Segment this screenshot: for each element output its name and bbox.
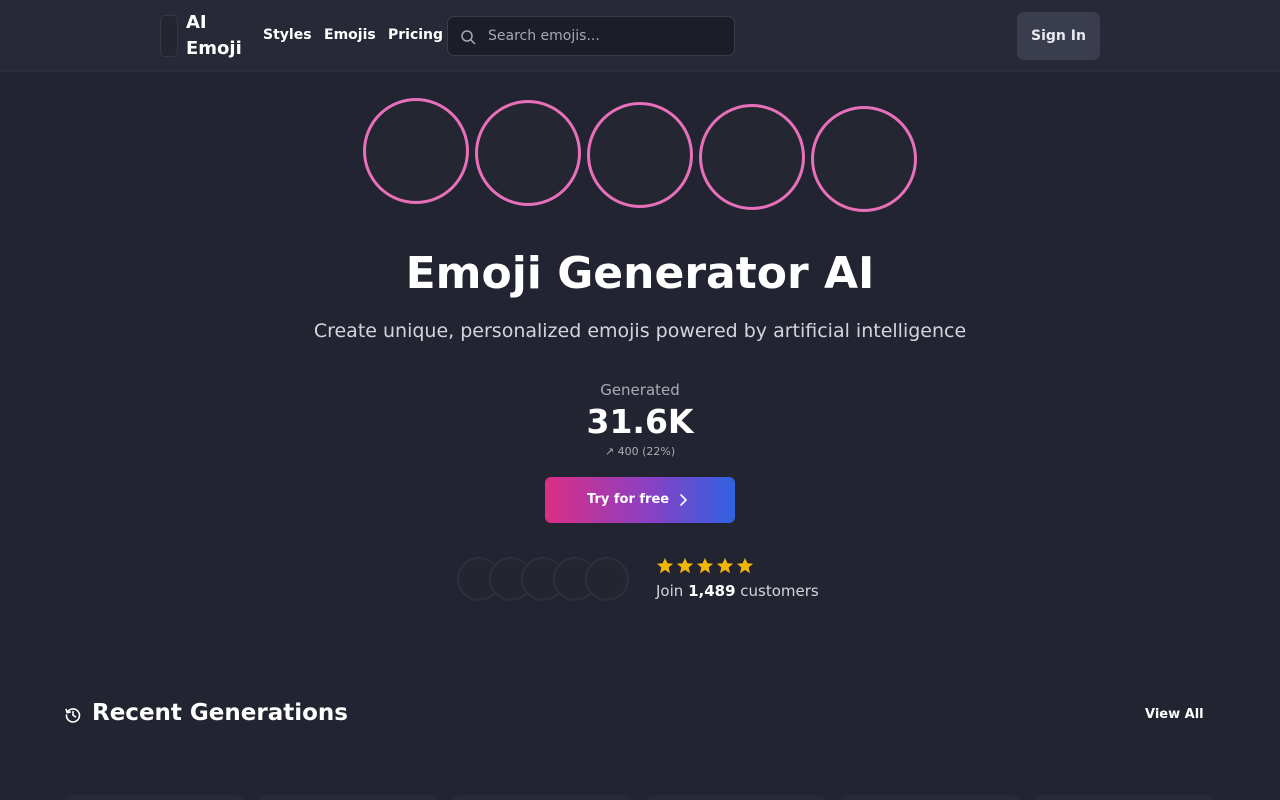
emoji-preview-2[interactable] (475, 100, 581, 206)
star-icon (656, 557, 674, 574)
search-input[interactable] (488, 17, 728, 55)
emoji-preview-5[interactable] (811, 106, 917, 212)
star-icon (736, 557, 754, 574)
join-suffix: customers (740, 582, 819, 600)
generation-card[interactable] (258, 795, 438, 800)
chevron-right-icon (680, 494, 687, 506)
generation-card[interactable] (64, 795, 244, 800)
emoji-preview-4[interactable] (699, 104, 805, 210)
generation-card[interactable] (840, 795, 1020, 800)
hero-subtitle: Create unique, personalized emojis power… (313, 320, 967, 342)
try-for-free-button[interactable]: Try for free (545, 477, 735, 523)
join-prefix: Join (656, 582, 684, 600)
customer-count: 1,489 (688, 582, 736, 600)
star-icon (716, 557, 734, 574)
nav-styles[interactable]: Styles (263, 27, 312, 43)
recent-generations-title: Recent Generations (92, 700, 348, 726)
sign-in-button[interactable]: Sign In (1017, 12, 1100, 60)
view-all-link[interactable]: View All (1145, 707, 1204, 722)
search-icon (461, 30, 476, 45)
logo-image[interactable] (160, 15, 178, 57)
top-navbar: AI Emoji Styles Emojis Pricing Sign In (0, 0, 1280, 72)
generation-card[interactable] (452, 795, 632, 800)
search-box[interactable] (447, 16, 735, 56)
emoji-preview-3[interactable] (587, 102, 693, 208)
stat-value: 31.6K (586, 402, 694, 441)
stat-change: ↗ 400 (22%) (604, 445, 676, 458)
generation-card[interactable] (1034, 795, 1214, 800)
nav-pricing[interactable]: Pricing (388, 27, 443, 43)
history-icon (65, 708, 81, 723)
join-customers-text: Join 1,489 customers (656, 582, 819, 600)
cta-label: Try for free (587, 492, 670, 507)
emoji-preview-1[interactable] (363, 98, 469, 204)
logo-text[interactable]: AI Emoji (186, 10, 256, 62)
nav-emojis[interactable]: Emojis (324, 27, 376, 43)
star-icon (696, 557, 714, 574)
customer-avatar (585, 557, 629, 601)
hero-title: Emoji Generator AI (405, 248, 875, 299)
generation-card[interactable] (646, 795, 826, 800)
rating-stars (656, 557, 756, 575)
star-icon (676, 557, 694, 574)
stat-label: Generated (600, 381, 680, 399)
